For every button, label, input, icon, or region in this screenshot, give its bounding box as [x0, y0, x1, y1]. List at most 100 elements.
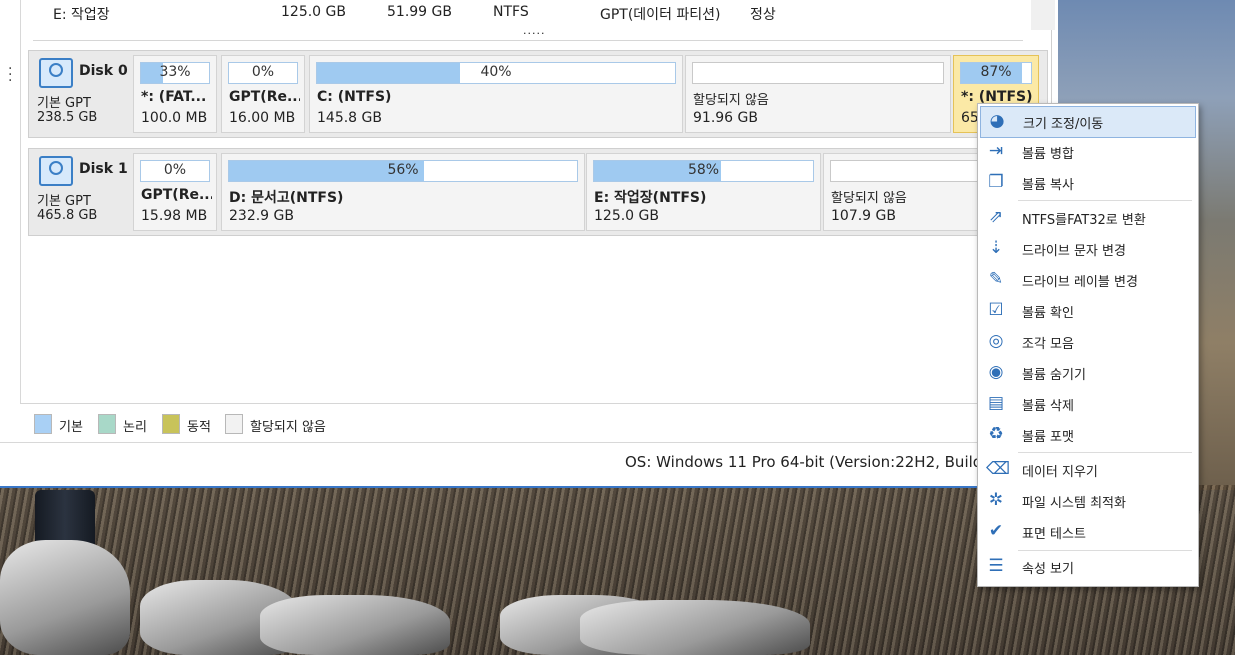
partition-context-menu: ◕ 크기 조정/이동 ⇥ 볼륨 병합 ❐ 볼륨 복사 ⇗ NTFS를FAT32로… [977, 103, 1199, 587]
usage-percent: 33% [159, 64, 191, 80]
partition-label: GPT(Re... [229, 89, 300, 105]
legend-swatch [225, 414, 243, 434]
menu-item-label: 표면 테스트 [1022, 527, 1086, 542]
usage-bar: 87% [960, 62, 1032, 84]
menu-separator [1018, 550, 1192, 551]
disk-1-info[interactable]: Disk 1 기본 GPT 465.8 GB [29, 149, 131, 235]
menu-item-convert-fat32[interactable]: ⇗ NTFS를FAT32로 변환 [980, 203, 1196, 233]
menu-item-label: 볼륨 복사 [1022, 178, 1074, 193]
hard-disk-icon [39, 156, 73, 186]
menu-item-merge-volume[interactable]: ⇥ 볼륨 병합 [980, 137, 1196, 167]
usage-percent: 87% [980, 64, 1012, 80]
disk-type: 기본 GPT [37, 194, 91, 209]
menu-item-format-volume[interactable]: ♻ 볼륨 포맷 [980, 420, 1196, 450]
hide-volume-icon: ◉ [988, 362, 1004, 382]
partition-block[interactable]: 0% GPT(Re... 16.00 MB [221, 55, 305, 133]
menu-item-delete-volume[interactable]: ▤ 볼륨 삭제 [980, 389, 1196, 419]
optimize-fs-icon: ✲ [988, 490, 1004, 510]
menu-item-label: 볼륨 숨기기 [1022, 368, 1086, 383]
partition-size: 232.9 GB [229, 208, 294, 224]
usage-bar: 40% [316, 62, 676, 84]
disk-name: Disk 0 [79, 63, 128, 79]
menu-item-hide-volume[interactable]: ◉ 볼륨 숨기기 [980, 358, 1196, 388]
menu-item-optimize-fs[interactable]: ✲ 파일 시스템 최적화 [980, 486, 1196, 516]
menu-item-resize-move[interactable]: ◕ 크기 조정/이동 [980, 106, 1196, 138]
background-rock [0, 540, 130, 655]
check-volume-icon: ☑ [988, 300, 1004, 320]
vertical-scrollbar[interactable] [1031, 0, 1055, 30]
usage-percent: 0% [251, 64, 275, 80]
menu-item-label: 데이터 지우기 [1022, 465, 1098, 480]
menu-item-label: 파일 시스템 최적화 [1022, 496, 1126, 511]
partition-block[interactable]: 40% C: (NTFS) 145.8 GB [309, 55, 683, 133]
merge-volume-icon: ⇥ [988, 141, 1004, 161]
usage-bar: 0% [228, 62, 298, 84]
usage-bar: 0% [140, 160, 210, 182]
menu-item-label: NTFS를FAT32로 변환 [1022, 213, 1146, 228]
disk-name: Disk 1 [79, 161, 128, 177]
menu-item-copy-volume[interactable]: ❐ 볼륨 복사 [980, 168, 1196, 198]
disk-0-info[interactable]: Disk 0 기본 GPT 238.5 GB [29, 51, 131, 137]
partition-type: GPT(데이터 파티션) [600, 7, 721, 23]
partition-label: GPT(Re... [141, 187, 212, 203]
partition-block[interactable]: 0% GPT(Re... 15.98 MB [133, 153, 217, 231]
partition-label: *: (FAT... [141, 89, 207, 105]
usage-bar [692, 62, 944, 84]
delete-volume-icon: ▤ [987, 393, 1005, 413]
menu-item-label: 드라이브 문자 변경 [1022, 244, 1126, 259]
menu-item-defragment[interactable]: ◎ 조각 모음 [980, 327, 1196, 357]
background-rock [580, 600, 810, 655]
partition-block[interactable]: 56% D: 문서고(NTFS) 232.9 GB [221, 153, 585, 231]
panel-resize-handle[interactable]: · · · [8, 62, 14, 88]
partition-list-row[interactable]: E: 작업장 125.0 GB 51.99 GB NTFS GPT(데이터 파티… [33, 0, 1023, 41]
legend-swatch [34, 414, 52, 434]
menu-item-label: 크기 조정/이동 [1023, 117, 1104, 132]
partition-size: 91.96 GB [693, 110, 758, 126]
usage-percent: 0% [163, 162, 187, 178]
background-rock [260, 595, 450, 655]
defragment-icon: ◎ [988, 331, 1004, 351]
wipe-data-icon: ⌫ [986, 459, 1011, 479]
partition-label: E: 작업장(NTFS) [594, 190, 707, 206]
menu-separator [1018, 452, 1192, 453]
menu-item-change-drive-label[interactable]: ✎ 드라이브 레이블 변경 [980, 265, 1196, 295]
partition-label: C: (NTFS) [317, 89, 392, 105]
drive-label-icon: ✎ [988, 269, 1004, 289]
convert-icon: ⇗ [988, 207, 1004, 227]
usage-bar: 33% [140, 62, 210, 84]
partition-used: 51.99 GB [387, 4, 452, 20]
disk-size: 238.5 GB [37, 110, 98, 125]
partition-label: 할당되지 않음 [693, 93, 769, 108]
legend-label: 할당되지 않음 [250, 420, 326, 435]
resize-move-icon: ◕ [989, 111, 1005, 131]
disk-type: 기본 GPT [37, 96, 91, 111]
partition-block[interactable]: 58% E: 작업장(NTFS) 125.0 GB [586, 153, 821, 231]
drive-letter-icon: ⇣ [988, 238, 1004, 258]
usage-bar: 58% [593, 160, 814, 182]
menu-item-properties[interactable]: ☰ 속성 보기 [980, 552, 1196, 582]
partition-status: 정상 [750, 7, 776, 23]
usage-percent: 58% [687, 162, 720, 178]
menu-item-check-volume[interactable]: ☑ 볼륨 확인 [980, 296, 1196, 326]
menu-item-change-drive-letter[interactable]: ⇣ 드라이브 문자 변경 [980, 234, 1196, 264]
properties-icon: ☰ [988, 556, 1004, 576]
unallocated-block[interactable]: 할당되지 않음 91.96 GB [685, 55, 951, 133]
partition-label: D: 문서고(NTFS) [229, 190, 344, 206]
menu-item-label: 볼륨 삭제 [1022, 399, 1074, 414]
partition-type-legend: 기본 논리 동적 할당되지 않음 [20, 403, 1050, 442]
surface-test-icon: ✔ [988, 521, 1004, 541]
menu-item-surface-test[interactable]: ✔ 표면 테스트 [980, 517, 1196, 547]
menu-item-wipe-data[interactable]: ⌫ 데이터 지우기 [980, 455, 1196, 485]
menu-item-label: 드라이브 레이블 변경 [1022, 275, 1138, 290]
partition-block[interactable]: 33% *: (FAT... 100.0 MB [133, 55, 217, 133]
legend-label: 기본 [59, 420, 83, 435]
disk-0-row: Disk 0 기본 GPT 238.5 GB 33% *: (FAT... 10… [28, 50, 1048, 138]
partition-size: 16.00 MB [229, 110, 296, 126]
partition-size: 125.0 GB [594, 208, 659, 224]
disk-size: 465.8 GB [37, 208, 98, 223]
usage-percent: 40% [480, 64, 512, 80]
legend-label: 동적 [187, 420, 211, 435]
hard-disk-icon [39, 58, 73, 88]
more-indicator: ..... [523, 24, 546, 37]
menu-item-label: 볼륨 포맷 [1022, 430, 1074, 445]
